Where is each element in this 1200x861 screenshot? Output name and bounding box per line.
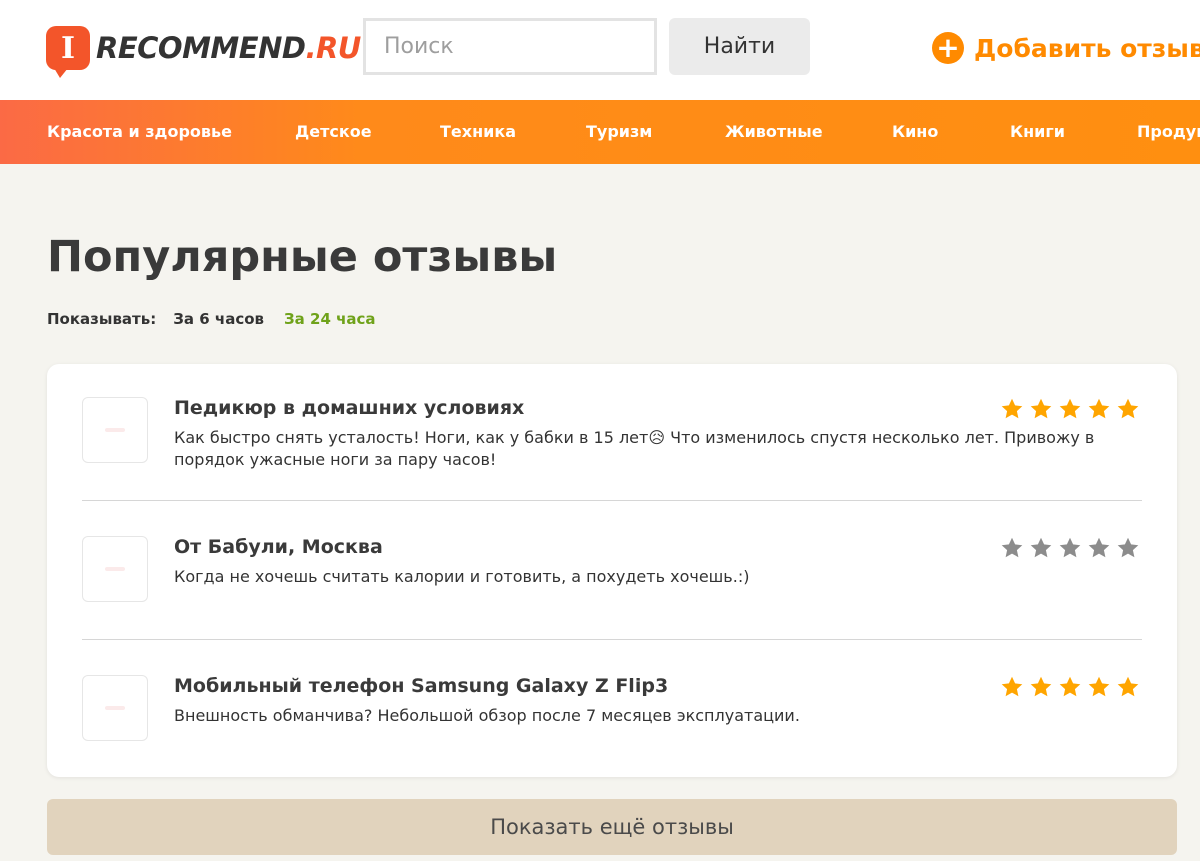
nav-item-kids[interactable]: Детское (295, 100, 372, 164)
logo-mark: I (60, 30, 76, 66)
nav-item-tourism[interactable]: Туризм (586, 100, 652, 164)
review-thumbnail[interactable] (82, 397, 148, 463)
rating-stars (1000, 536, 1145, 560)
search-input[interactable] (363, 18, 657, 75)
show-more-reviews-button[interactable]: Показать ещё отзывы (47, 799, 1177, 855)
star-icon (1030, 537, 1052, 558)
search-button[interactable]: Найти (669, 18, 810, 75)
divider (82, 500, 1142, 501)
star-icon (1059, 676, 1081, 697)
site-logo[interactable]: I RECOMMEND.RU (46, 22, 361, 78)
nav-item-beauty[interactable]: Красота и здоровье (47, 100, 232, 164)
page-title: Популярные отзывы (47, 232, 558, 282)
review-item[interactable]: Педикюр в домашних условиях Как быстро с… (82, 397, 1145, 469)
nav-item-animals[interactable]: Животные (725, 100, 823, 164)
rating-stars (1000, 397, 1145, 421)
nav-item-tech[interactable]: Техника (440, 100, 516, 164)
review-text: Когда не хочешь считать калории и готови… (174, 567, 750, 586)
nav-item-products[interactable]: Продук (1137, 100, 1200, 164)
star-icon (1001, 398, 1023, 419)
rating-stars (1000, 675, 1145, 699)
add-review-label: Добавить отзыв (974, 33, 1200, 63)
review-title[interactable]: Педикюр в домашних условиях (174, 397, 524, 419)
star-icon (1088, 398, 1110, 419)
review-item[interactable]: Мобильный телефон Samsung Galaxy Z Flip3… (82, 675, 1142, 745)
plus-circle-icon: + (932, 32, 964, 64)
thumbnail-placeholder-icon (105, 567, 125, 571)
review-title[interactable]: От Бабули, Москва (174, 536, 383, 558)
star-icon (1117, 398, 1139, 419)
reviews-card: Педикюр в домашних условиях Как быстро с… (47, 364, 1177, 777)
star-icon (1117, 537, 1139, 558)
time-filter: Показывать: За 6 часов За 24 часа (47, 310, 376, 328)
filter-24-hours[interactable]: За 24 часа (284, 310, 376, 328)
star-icon (1001, 537, 1023, 558)
star-icon (1001, 676, 1023, 697)
logo-badge-icon: I (46, 26, 90, 78)
review-title[interactable]: Мобильный телефон Samsung Galaxy Z Flip3 (174, 675, 668, 697)
logo-text: RECOMMEND.RU (96, 31, 361, 65)
star-icon (1059, 398, 1081, 419)
review-thumbnail[interactable] (82, 536, 148, 602)
review-thumbnail[interactable] (82, 675, 148, 741)
thumbnail-placeholder-icon (105, 706, 125, 710)
nav-item-books[interactable]: Книги (1010, 100, 1065, 164)
review-text: Внешность обманчива? Небольшой обзор пос… (174, 706, 800, 725)
filter-6-hours[interactable]: За 6 часов (173, 310, 264, 328)
nav-item-cinema[interactable]: Кино (892, 100, 938, 164)
logo-suffix: .RU (305, 31, 361, 65)
star-icon (1088, 676, 1110, 697)
thumbnail-placeholder-icon (105, 428, 125, 432)
star-icon (1030, 676, 1052, 697)
review-text: Как быстро снять усталость! Ноги, как у … (174, 428, 1095, 469)
star-icon (1088, 537, 1110, 558)
star-icon (1117, 676, 1139, 697)
filter-label: Показывать: (47, 310, 157, 328)
divider (82, 639, 1142, 640)
star-icon (1059, 537, 1081, 558)
review-item[interactable]: От Бабули, Москва Когда не хочешь считат… (82, 536, 1142, 606)
add-review-button[interactable]: + Добавить отзыв (932, 28, 1200, 68)
logo-main: RECOMMEND (96, 31, 306, 65)
star-icon (1030, 398, 1052, 419)
header: I RECOMMEND.RU Найти + Добавить отзыв (0, 0, 1200, 100)
category-nav: Красота и здоровье Детское Техника Туриз… (0, 100, 1200, 164)
